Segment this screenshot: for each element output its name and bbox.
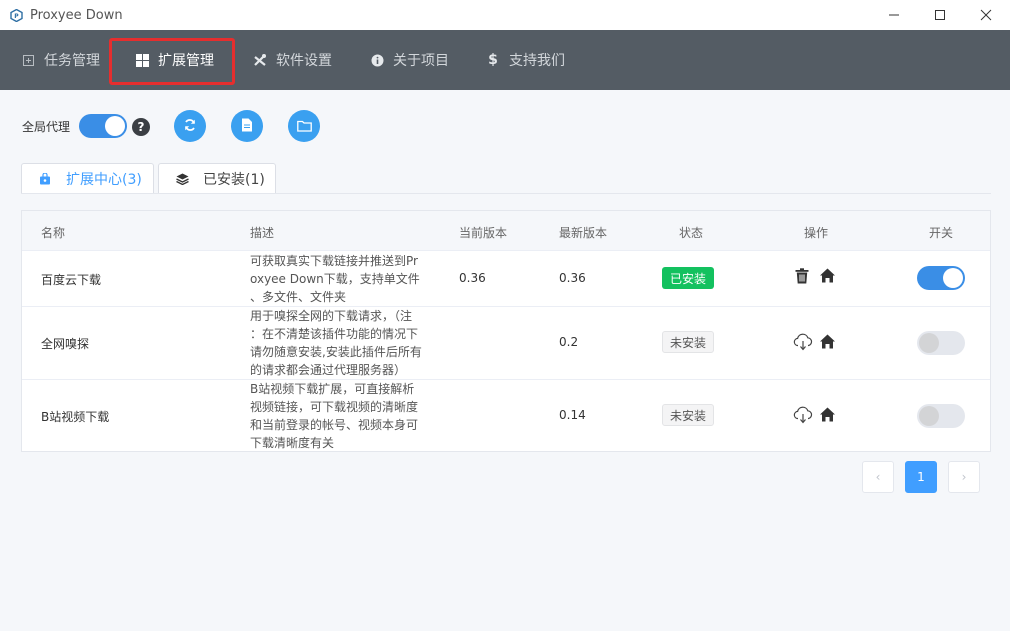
- extension-description: 用于嗅探全网的下载请求，（注 ：在不清楚该插件功能的情况下 请勿随意安装,安装此…: [250, 309, 422, 377]
- info-icon: [369, 54, 385, 67]
- extension-name: 百度云下载: [41, 273, 102, 287]
- tab-installed[interactable]: 已安装(1): [158, 163, 276, 194]
- extensions-table: 名称 描述 当前版本 最新版本 状态 操作 开关 百度云下载 可获取真实下载链接…: [21, 210, 991, 452]
- toggle-knob: [919, 333, 939, 353]
- help-icon[interactable]: ?: [132, 118, 150, 136]
- extension-switch[interactable]: [917, 404, 965, 428]
- status-badge: 未安装: [662, 404, 714, 426]
- column-header-name: 名称: [41, 226, 66, 240]
- toggle-knob: [943, 268, 963, 288]
- current-version: 0.36: [459, 271, 486, 285]
- task-icon: [20, 54, 36, 66]
- toggle-knob: [105, 116, 125, 136]
- homepage-button[interactable]: [820, 268, 835, 287]
- file-button[interactable]: [231, 110, 263, 142]
- layers-icon: [175, 173, 189, 185]
- extension-description: 可获取真实下载链接并推送到Pr oxyee Down下载，支持单文件 、多文件、…: [250, 254, 420, 304]
- nav-item-label: 支持我们: [509, 53, 565, 69]
- tab-label: 扩展中心(3): [66, 172, 142, 188]
- tabs-divider: [21, 193, 991, 194]
- nav-item-about[interactable]: 关于项目: [369, 30, 449, 90]
- trash-icon: [795, 268, 809, 288]
- minimize-button[interactable]: [871, 0, 917, 30]
- column-header-switch: 开关: [929, 226, 954, 240]
- tab-label: 已安装(1): [203, 172, 265, 188]
- latest-version: 0.14: [559, 408, 586, 422]
- table-row: 全网嗅探 用于嗅探全网的下载请求，（注 ：在不清楚该插件功能的情况下 请勿随意安…: [22, 307, 990, 380]
- pagination-prev-button[interactable]: ‹: [862, 461, 894, 493]
- extension-name: B站视频下载: [41, 410, 110, 424]
- column-header-status: 状态: [679, 226, 704, 240]
- nav-item-label: 软件设置: [276, 53, 332, 69]
- folder-button[interactable]: [288, 110, 320, 142]
- maximize-icon: [934, 6, 946, 25]
- global-proxy-toggle[interactable]: [79, 114, 127, 138]
- extension-switch[interactable]: [917, 266, 965, 290]
- column-header-current-version: 当前版本: [459, 226, 508, 240]
- install-button[interactable]: [793, 333, 813, 355]
- column-header-description: 描述: [250, 226, 275, 240]
- home-icon: [820, 268, 835, 287]
- homepage-button[interactable]: [820, 334, 835, 353]
- column-header-actions: 操作: [804, 226, 829, 240]
- install-button[interactable]: [793, 406, 813, 428]
- cloud-download-icon: [793, 406, 813, 428]
- minimize-icon: [888, 6, 900, 25]
- status-badge: 未安装: [662, 331, 714, 353]
- table-row: B站视频下载 B站视频下载扩展，可直接解析 视频链接，可下载视频的清晰度 和当前…: [22, 380, 990, 452]
- window-title: Proxyee Down: [30, 7, 123, 23]
- latest-version: 0.36: [559, 271, 586, 285]
- app-logo-icon: P: [9, 8, 23, 22]
- column-header-latest-version: 最新版本: [559, 226, 608, 240]
- svg-text:P: P: [14, 13, 19, 20]
- home-icon: [820, 334, 835, 353]
- close-icon: [980, 6, 992, 25]
- table-row: 百度云下载 可获取真实下载链接并推送到Pr oxyee Down下载，支持单文件…: [22, 251, 990, 307]
- toggle-knob: [919, 406, 939, 426]
- store-icon: [38, 173, 52, 185]
- table-header: 名称 描述 当前版本 最新版本 状态 操作 开关: [22, 211, 990, 251]
- maximize-button[interactable]: [917, 0, 963, 30]
- status-badge: 已安装: [662, 267, 714, 289]
- extension-switch[interactable]: [917, 331, 965, 355]
- file-icon: [241, 117, 253, 136]
- home-icon: [820, 407, 835, 426]
- nav-item-support[interactable]: $ 支持我们: [485, 30, 565, 90]
- refresh-button[interactable]: [174, 110, 206, 142]
- highlight-box: [109, 38, 235, 85]
- pagination-next-button[interactable]: ›: [948, 461, 980, 493]
- tab-extension-center[interactable]: 扩展中心(3): [21, 163, 154, 194]
- refresh-icon: [183, 117, 197, 136]
- extension-description: B站视频下载扩展，可直接解析 视频链接，可下载视频的清晰度 和当前登录的帐号、视…: [250, 382, 419, 450]
- nav-item-settings[interactable]: 软件设置: [252, 30, 332, 90]
- nav-item-label: 任务管理: [44, 53, 100, 69]
- tools-icon: [252, 53, 268, 67]
- nav-item-tasks[interactable]: 任务管理: [20, 30, 100, 90]
- extension-name: 全网嗅探: [41, 337, 90, 351]
- delete-button[interactable]: [795, 268, 809, 288]
- folder-icon: [296, 117, 312, 136]
- close-button[interactable]: [963, 0, 1009, 30]
- homepage-button[interactable]: [820, 407, 835, 426]
- nav-item-label: 关于项目: [393, 53, 449, 69]
- title-bar: P Proxyee Down: [0, 0, 1010, 30]
- cloud-download-icon: [793, 333, 813, 355]
- latest-version: 0.2: [559, 335, 579, 349]
- dollar-icon: $: [488, 52, 498, 68]
- pagination-page-1[interactable]: 1: [905, 461, 937, 493]
- global-proxy-label: 全局代理: [22, 120, 71, 134]
